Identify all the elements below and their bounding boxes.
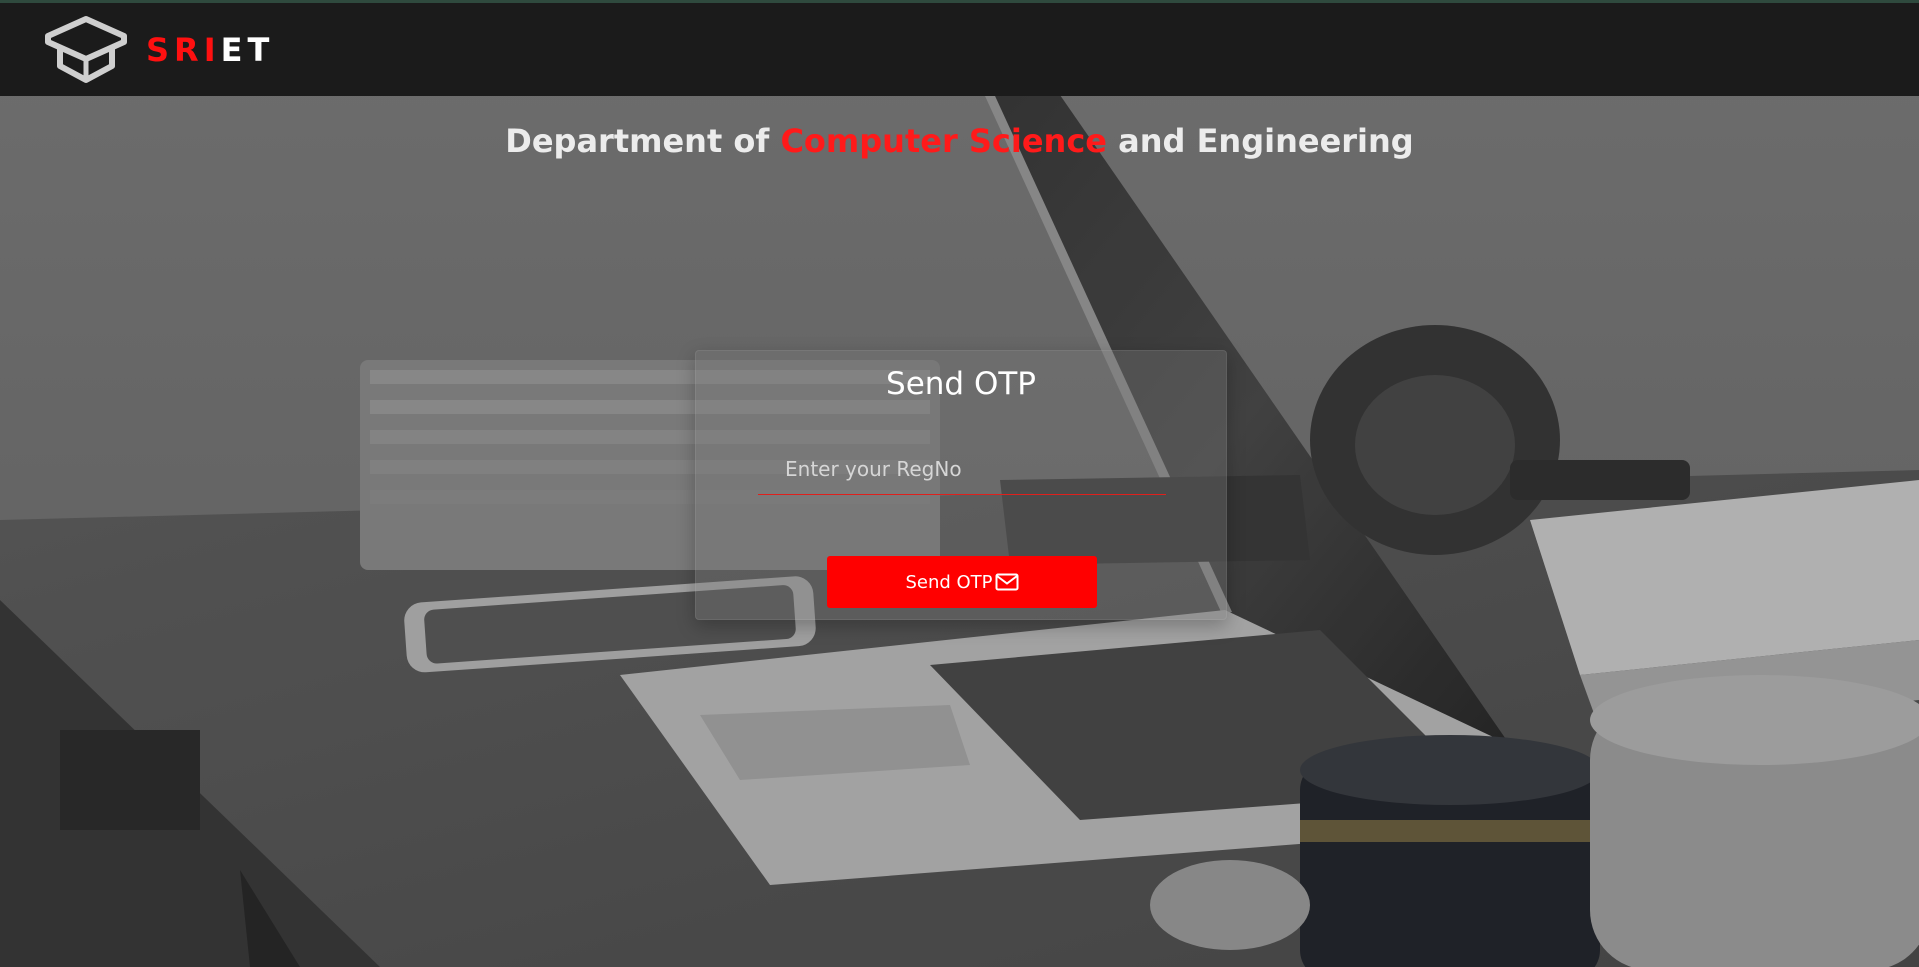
card-title: Send OTP <box>886 366 1036 402</box>
envelope-icon <box>995 573 1019 591</box>
send-otp-button[interactable]: Send OTP <box>827 556 1097 608</box>
brand-name[interactable]: SRIET <box>146 31 274 69</box>
heading-prefix: Department of <box>505 122 781 160</box>
brand-name-part-white: ET <box>220 30 275 69</box>
heading-highlight: Computer Science <box>780 122 1107 160</box>
regno-input[interactable] <box>758 443 1166 495</box>
heading-suffix: and Engineering <box>1107 122 1414 160</box>
brand-name-part-red: SRI <box>146 30 221 69</box>
send-otp-button-label: Send OTP <box>905 571 993 593</box>
department-heading: Department of Computer Science and Engin… <box>0 122 1919 160</box>
top-navbar: SRIET <box>0 0 1919 96</box>
graduation-cap-logo-icon[interactable] <box>44 14 128 86</box>
send-otp-card: Send OTP Send OTP <box>695 350 1227 620</box>
